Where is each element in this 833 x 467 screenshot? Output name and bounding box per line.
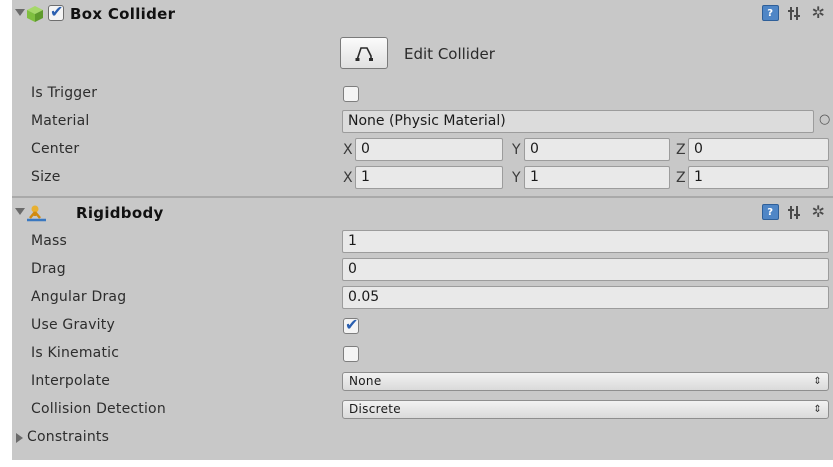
mass-row: Mass 1 [12, 228, 833, 256]
collision-detection-value: Discrete [349, 402, 401, 416]
size-x-axis: X [343, 170, 353, 186]
center-x-axis: X [343, 142, 353, 158]
edit-collider-label: Edit Collider [404, 45, 495, 63]
size-row: Size X 1 Y 1 Z 1 [12, 164, 833, 192]
size-y-field[interactable]: 1 [524, 166, 670, 189]
collision-detection-label: Collision Detection [31, 401, 166, 417]
is-trigger-checkbox[interactable] [343, 86, 359, 102]
preset-icon[interactable] [787, 205, 803, 220]
material-row: Material None (Physic Material) ○ [12, 108, 833, 136]
mass-field[interactable]: 1 [342, 230, 829, 253]
center-x-field[interactable]: 0 [355, 138, 503, 161]
interpolate-value: None [349, 374, 382, 388]
drag-label: Drag [31, 261, 66, 277]
edit-collider-icon [355, 47, 373, 61]
angular-drag-field[interactable]: 0.05 [342, 286, 829, 309]
drag-row: Drag 0 [12, 256, 833, 284]
is-kinematic-label: Is Kinematic [31, 345, 120, 361]
preset-icon[interactable] [787, 6, 803, 21]
collision-detection-dropdown[interactable]: Discrete ⇕ [342, 400, 829, 419]
box-collider-title: Box Collider [70, 5, 176, 23]
dropdown-arrow-icon: ⇕ [813, 404, 822, 415]
help-icon[interactable]: ? [761, 204, 779, 220]
gear-icon[interactable]: ✲ [812, 204, 825, 220]
center-label: Center [31, 141, 80, 157]
constraints-foldout[interactable]: Constraints [12, 424, 833, 452]
material-label: Material [31, 113, 90, 129]
mass-label: Mass [31, 233, 68, 249]
object-picker-icon[interactable]: ○ [819, 112, 830, 127]
inspector-panel: ✔ Box Collider ? ✲ Edit Collider Is Trig… [12, 0, 833, 460]
enable-checkbox[interactable]: ✔ [48, 2, 64, 21]
rigidbody-title: Rigidbody [76, 204, 164, 222]
fold-arrow-icon[interactable] [15, 208, 25, 215]
collision-detection-row: Collision Detection Discrete ⇕ [12, 396, 833, 424]
center-y-field[interactable]: 0 [524, 138, 670, 161]
material-field[interactable]: None (Physic Material) [342, 110, 814, 133]
foldout-arrow-icon[interactable] [16, 433, 23, 443]
size-x-field[interactable]: 1 [355, 166, 503, 189]
checkmark-icon: ✔ [345, 315, 359, 334]
gear-icon[interactable]: ✲ [812, 5, 825, 21]
component-divider [12, 196, 833, 198]
size-z-field[interactable]: 1 [688, 166, 829, 189]
interpolate-row: Interpolate None ⇕ [12, 368, 833, 396]
center-y-axis: Y [512, 142, 521, 158]
size-label: Size [31, 169, 61, 185]
center-row: Center X 0 Y 0 Z 0 [12, 136, 833, 164]
use-gravity-checkbox[interactable]: ✔ [343, 315, 359, 334]
angular-drag-row: Angular Drag 0.05 [12, 284, 833, 312]
box-collider-header[interactable]: ✔ Box Collider ? ✲ [12, 0, 833, 28]
center-z-axis: Z [676, 142, 686, 158]
box-collider-icon [27, 6, 43, 22]
size-z-axis: Z [676, 170, 686, 186]
is-trigger-row: Is Trigger [12, 80, 833, 108]
help-icon[interactable]: ? [761, 5, 779, 21]
fold-arrow-icon[interactable] [15, 9, 25, 16]
dropdown-arrow-icon: ⇕ [813, 376, 822, 387]
size-y-axis: Y [512, 170, 521, 186]
is-kinematic-row: Is Kinematic [12, 340, 833, 368]
is-kinematic-checkbox[interactable] [343, 346, 359, 362]
use-gravity-row: Use Gravity ✔ [12, 312, 833, 340]
angular-drag-label: Angular Drag [31, 289, 127, 305]
interpolate-label: Interpolate [31, 373, 111, 389]
checkmark-icon: ✔ [50, 2, 64, 21]
interpolate-dropdown[interactable]: None ⇕ [342, 372, 829, 391]
is-trigger-label: Is Trigger [31, 85, 98, 101]
rigidbody-icon [27, 205, 46, 222]
drag-field[interactable]: 0 [342, 258, 829, 281]
constraints-label: Constraints [27, 429, 110, 445]
center-z-field[interactable]: 0 [688, 138, 829, 161]
edit-collider-button[interactable] [340, 37, 388, 69]
rigidbody-header[interactable]: Rigidbody ? ✲ [12, 199, 833, 227]
use-gravity-label: Use Gravity [31, 317, 115, 333]
